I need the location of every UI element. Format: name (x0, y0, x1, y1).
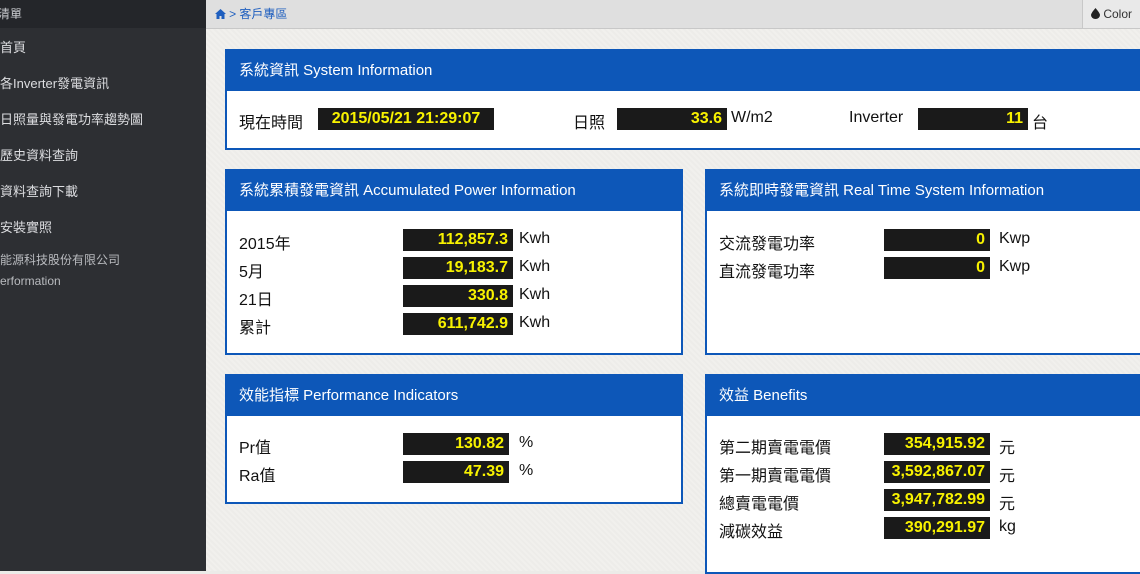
benefit-unit-period2: 元 (999, 440, 1016, 457)
benefit-unit-total: 元 (999, 496, 1016, 513)
breadcrumb: > 客戶專區 (215, 0, 287, 28)
main-content: 系統資訊 System Information 現在時間 2015/05/21 … (206, 29, 1140, 574)
sidebar-title: 清單 (0, 0, 206, 28)
ra-value: 47.39 (403, 461, 509, 483)
sidebar: 清單 首頁 各Inverter發電資訊 日照量與發電功率趨勢圖 歷史資料查詢 資… (0, 0, 206, 571)
sidebar-footer: 能源科技股份有限公司 erformation (0, 250, 206, 292)
benefit-unit-period1: 元 (999, 468, 1016, 485)
droplet-icon (1091, 7, 1103, 21)
accum-unit-month: Kwh (519, 258, 551, 275)
benefit-label-total: 總賣電電價 (719, 496, 800, 513)
color-button[interactable]: Color (1082, 0, 1140, 28)
inverter-count-value: 11 (918, 108, 1028, 130)
dc-power-label: 直流發電功率 (719, 264, 816, 281)
sidebar-item-data-download[interactable]: 資料查詢下載 (0, 174, 206, 210)
dc-power-value: 0 (884, 257, 990, 279)
breadcrumb-separator: > (229, 7, 237, 21)
accum-value-year: 112,857.3 (403, 229, 513, 251)
accumulated-power-title: 系統累積發電資訊 Accumulated Power Information (227, 171, 681, 211)
ac-power-label: 交流發電功率 (719, 236, 816, 253)
breadcrumb-current[interactable]: 客戶專區 (239, 7, 287, 21)
dc-power-unit: Kwp (999, 258, 1031, 275)
benefit-value-total: 3,947,782.99 (884, 489, 990, 511)
pr-label: Pr值 (239, 440, 272, 457)
house-icon[interactable] (215, 9, 229, 21)
accum-label-month: 5月 (239, 264, 264, 281)
current-time-label: 現在時間 (239, 115, 304, 132)
benefit-unit-carbon: kg (999, 518, 1016, 535)
sunlight-value: 33.6 (617, 108, 727, 130)
accum-unit-total: Kwh (519, 314, 551, 331)
inverter-unit: 台 (1032, 115, 1049, 132)
system-info-title: 系統資訊 System Information (227, 51, 1140, 91)
benefit-value-period1: 3,592,867.07 (884, 461, 990, 483)
realtime-info-title: 系統即時發電資訊 Real Time System Information (707, 171, 1140, 211)
sunlight-unit: W/m2 (731, 109, 773, 126)
performance-panel: 效能指標 Performance Indicators Pr值 130.82 %… (225, 374, 683, 504)
ac-power-value: 0 (884, 229, 990, 251)
benefit-value-period2: 354,915.92 (884, 433, 990, 455)
accum-label-total: 累計 (239, 320, 272, 337)
accum-label-year: 2015年 (239, 236, 291, 253)
pr-value: 130.82 (403, 433, 509, 455)
benefits-panel: 效益 Benefits 第二期賣電電價 354,915.92 元 第一期賣電電價… (705, 374, 1140, 574)
benefit-value-carbon: 390,291.97 (884, 517, 990, 539)
performance-title: 效能指標 Performance Indicators (227, 376, 681, 416)
company-name: 能源科技股份有限公司 (0, 253, 121, 267)
company-subtitle: erformation (0, 274, 61, 288)
sunlight-label: 日照 (573, 115, 606, 132)
inverter-label: Inverter (849, 109, 904, 126)
pr-unit: % (519, 434, 534, 451)
accum-unit-day: Kwh (519, 286, 551, 303)
sidebar-item-inverter-info[interactable]: 各Inverter發電資訊 (0, 66, 206, 102)
system-info-panel: 系統資訊 System Information 現在時間 2015/05/21 … (225, 49, 1140, 150)
accum-value-total: 611,742.9 (403, 313, 513, 335)
ra-unit: % (519, 462, 534, 479)
sidebar-item-home[interactable]: 首頁 (0, 30, 206, 66)
accum-value-day: 330.8 (403, 285, 513, 307)
sidebar-item-install-photos[interactable]: 安裝實照 (0, 210, 206, 246)
sidebar-item-trend-chart[interactable]: 日照量與發電功率趨勢圖 (0, 102, 206, 138)
benefit-label-period2: 第二期賣電電價 (719, 440, 832, 457)
benefits-title: 效益 Benefits (707, 376, 1140, 416)
ra-label: Ra值 (239, 468, 276, 485)
ac-power-unit: Kwp (999, 230, 1031, 247)
color-label: Color (1103, 7, 1133, 21)
current-time-value: 2015/05/21 21:29:07 (318, 108, 494, 130)
sidebar-item-history-query[interactable]: 歷史資料查詢 (0, 138, 206, 174)
accum-unit-year: Kwh (519, 230, 551, 247)
accum-value-month: 19,183.7 (403, 257, 513, 279)
realtime-info-panel: 系統即時發電資訊 Real Time System Information 交流… (705, 169, 1140, 355)
benefit-label-period1: 第一期賣電電價 (719, 468, 832, 485)
accumulated-power-panel: 系統累積發電資訊 Accumulated Power Information 2… (225, 169, 683, 355)
accum-label-day: 21日 (239, 292, 273, 309)
top-bar: > 客戶專區 Color (206, 0, 1140, 29)
benefit-label-carbon: 減碳效益 (719, 524, 784, 541)
